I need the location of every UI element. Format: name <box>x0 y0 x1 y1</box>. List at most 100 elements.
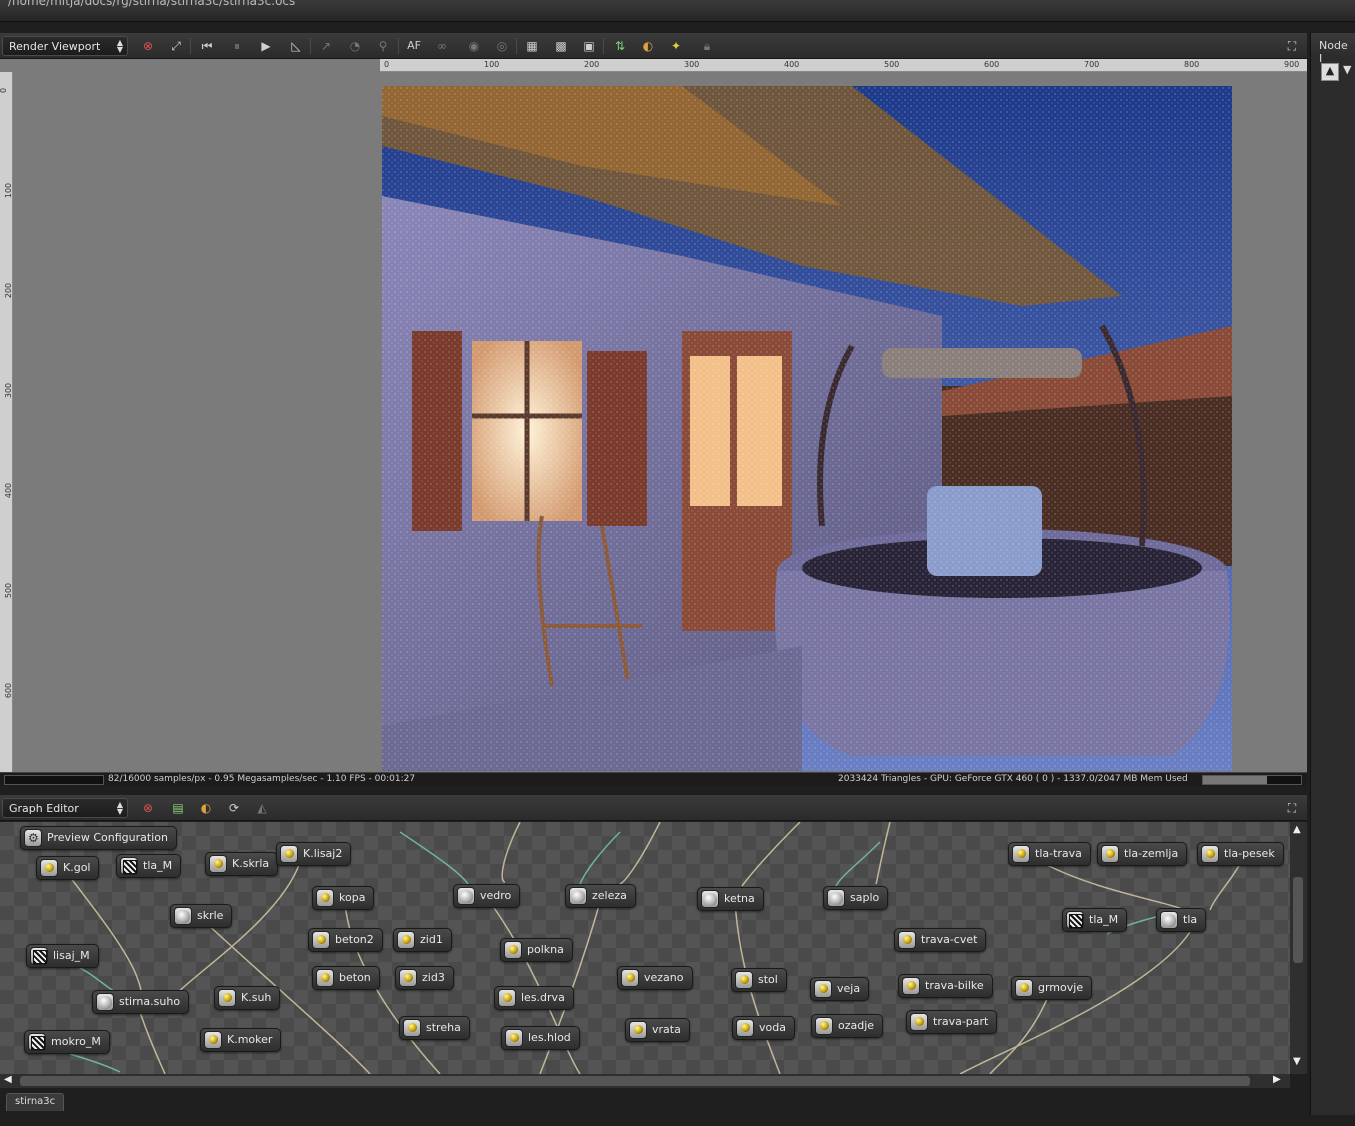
pause-render-icon[interactable]: ⏸ <box>227 37 247 55</box>
graph-node-stol[interactable]: stol <box>731 968 787 992</box>
graph-node-beton[interactable]: beton <box>312 966 380 990</box>
graph-node-beton2[interactable]: beton2 <box>308 928 383 952</box>
maximize-viewport-icon[interactable]: ⛶ <box>1282 37 1302 55</box>
material-picker-icon[interactable]: ⚲ <box>373 37 393 55</box>
material-icon <box>498 989 516 1007</box>
graph-node-tla-pesek[interactable]: tla-pesek <box>1197 842 1284 866</box>
graph-node-zid1[interactable]: zid1 <box>393 928 452 952</box>
sphere-lock-icon[interactable]: ◎ <box>492 37 512 55</box>
sphere-icon <box>174 907 192 925</box>
scroll-right-icon[interactable]: ▶ <box>1273 1074 1281 1085</box>
graph-node-k-moker[interactable]: K.moker <box>200 1028 282 1052</box>
viewport-panel-combo[interactable]: Render Viewport ▲ ▼ <box>2 36 128 56</box>
scroll-thumb-vertical[interactable] <box>1293 877 1303 963</box>
graph-node-vrata[interactable]: vrata <box>625 1018 690 1042</box>
graph-node-tla-zemlja[interactable]: tla-zemlja <box>1097 842 1188 866</box>
graph-node-les-hlod[interactable]: les.hlod <box>501 1026 580 1050</box>
memory-usage-fill <box>1203 776 1267 784</box>
autofocus-picker-icon[interactable]: ↗ <box>316 37 336 55</box>
graph-node-label: polkna <box>527 943 564 956</box>
graph-node-grmovje[interactable]: grmovje <box>1011 976 1093 1000</box>
graph-editor-panel-combo[interactable]: Graph Editor ▲ ▼ <box>2 798 128 818</box>
toolbar-separator <box>310 38 311 54</box>
material-icon <box>399 969 417 987</box>
graph-node-lisaj-m[interactable]: lisaj_M <box>26 944 99 968</box>
graph-node-tla[interactable]: tla <box>1156 908 1207 932</box>
graph-node-trava-part[interactable]: trava-part <box>906 1010 998 1034</box>
material-icon <box>316 889 334 907</box>
rearrange-nodes-icon[interactable]: ▤ <box>168 799 188 817</box>
sphere-preview-icon[interactable]: ◉ <box>464 37 484 55</box>
graph-node-veja[interactable]: veja <box>810 977 870 1001</box>
denoise-icon[interactable]: ✦ <box>666 37 686 55</box>
graph-node-tla-trava[interactable]: tla-trava <box>1008 842 1091 866</box>
graph-node-preview-configuration[interactable]: Preview Configuration <box>20 826 177 850</box>
link-icon[interactable]: ∞ <box>432 37 452 55</box>
graph-node-label: K.lisaj2 <box>303 847 343 860</box>
tab-stirna3c[interactable]: stirna3c <box>6 1093 65 1111</box>
graph-node-polkna[interactable]: polkna <box>500 938 573 962</box>
ruler-top-tick: 0 <box>384 60 390 69</box>
white-balance-icon[interactable]: ◔ <box>345 37 365 55</box>
material-icon <box>621 969 639 987</box>
graph-node-skrle[interactable]: skrle <box>170 904 233 928</box>
scroll-left-icon[interactable]: ◀ <box>4 1074 12 1085</box>
graph-node-k-skrla[interactable]: K.skrla <box>205 852 279 876</box>
graph-node-label: veja <box>837 982 861 995</box>
lock-icon[interactable]: 🔒︎ <box>697 37 717 55</box>
graph-node-streha[interactable]: streha <box>399 1016 470 1040</box>
af-toggle-button[interactable]: AF <box>404 37 424 55</box>
ruler-top-tick: 300 <box>684 60 700 69</box>
graph-node-trava-bilke[interactable]: trava-bilke <box>898 974 993 998</box>
film-region-icon[interactable]: ▣ <box>579 37 599 55</box>
graph-node-vezano[interactable]: vezano <box>617 966 693 990</box>
color-picker-icon[interactable]: ◐ <box>638 37 658 55</box>
graph-node-ketna[interactable]: ketna <box>697 887 764 911</box>
graph-node-trava-cvet[interactable]: trava-cvet <box>894 928 987 952</box>
graph-node-k-suh[interactable]: K.suh <box>214 986 281 1010</box>
graph-node-kopa[interactable]: kopa <box>312 886 375 910</box>
fit-nodes-icon[interactable]: ◐ <box>196 799 216 817</box>
graph-node-les-drva[interactable]: les.drva <box>494 986 574 1010</box>
refresh-icon[interactable]: ⟳ <box>224 799 244 817</box>
graph-node-label: skrle <box>197 909 224 922</box>
texture-icon <box>30 947 48 965</box>
inspector-preview-icon[interactable]: ▲ <box>1321 63 1339 81</box>
inspector-expand-icon[interactable]: ▼ <box>1343 63 1351 76</box>
clear-render-icon[interactable]: ⊗ <box>138 37 158 55</box>
graph-horizontal-scrollbar[interactable]: ◀ ▶ <box>0 1074 1290 1088</box>
graph-node-ozadje[interactable]: ozadje <box>811 1014 884 1038</box>
graph-node-k-lisaj2[interactable]: K.lisaj2 <box>276 842 352 866</box>
scroll-down-icon[interactable]: ▼ <box>1293 1056 1301 1067</box>
graph-node-tla-m[interactable]: tla_M <box>116 854 182 878</box>
graph-node-saplo[interactable]: saplo <box>823 886 889 910</box>
graph-node-voda[interactable]: voda <box>732 1016 795 1040</box>
start-render-icon[interactable]: ▶ <box>256 37 276 55</box>
graph-node-vedro[interactable]: vedro <box>453 884 521 908</box>
delete-node-icon[interactable]: ⊗ <box>138 799 158 817</box>
graph-vertical-scrollbar[interactable]: ▲ ▼ <box>1290 822 1307 1074</box>
graph-node-label: voda <box>759 1021 786 1034</box>
checker-background-icon[interactable]: ▩ <box>551 37 571 55</box>
recenter-icon[interactable]: ⤢ <box>166 37 186 55</box>
export-passes-icon[interactable]: ⇅ <box>610 37 630 55</box>
graph-node-zid3[interactable]: zid3 <box>395 966 454 990</box>
graph-node-tla-m[interactable]: tla_M <box>1062 908 1128 932</box>
region-render-icon[interactable]: ▦ <box>522 37 542 55</box>
graph-node-stirna-suho[interactable]: stirna.suho <box>92 990 190 1014</box>
material-icon <box>735 971 753 989</box>
scroll-up-icon[interactable]: ▲ <box>1293 824 1301 835</box>
lock-graph-icon[interactable]: ◭ <box>252 799 272 817</box>
render-statusbar: 82/16000 samples/px - 0.95 Megasamples/s… <box>0 772 1307 786</box>
texture-icon <box>1066 911 1084 929</box>
measure-icon[interactable]: ◺ <box>286 37 306 55</box>
maximize-graph-editor-icon[interactable]: ⛶ <box>1282 799 1302 817</box>
graph-node-mokro-m[interactable]: mokro_M <box>24 1030 110 1054</box>
graph-node-label: kopa <box>339 891 366 904</box>
node-graph-canvas[interactable]: Preview Configuration K.gol tla_M K.skrla K.… <box>0 822 1290 1074</box>
graph-node-label: beton2 <box>335 933 374 946</box>
restart-render-icon[interactable]: ⏮ <box>197 37 217 55</box>
graph-node-zeleza[interactable]: zeleza <box>565 884 636 908</box>
graph-node-k-gol[interactable]: K.gol <box>36 856 100 880</box>
scroll-thumb-horizontal[interactable] <box>20 1076 1250 1086</box>
